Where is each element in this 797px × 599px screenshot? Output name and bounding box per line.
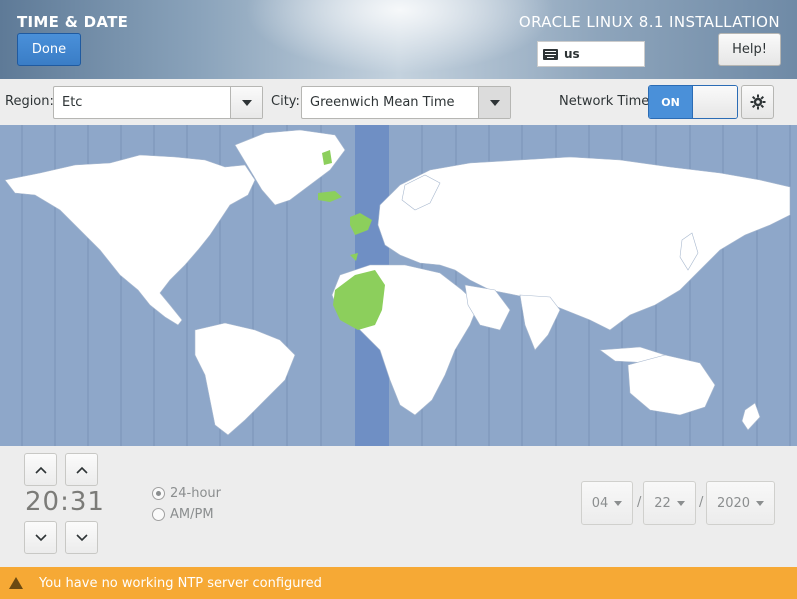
format-ampm-radio[interactable] — [152, 508, 165, 521]
chevron-down-icon — [489, 99, 500, 106]
format-ampm-option[interactable]: AM/PM — [152, 507, 214, 522]
network-time-switch[interactable]: ON — [648, 85, 738, 119]
minute-down-button[interactable] — [65, 521, 98, 554]
clock-minutes: 31 — [69, 487, 105, 517]
minute-up-button[interactable] — [65, 453, 98, 486]
gear-icon — [750, 94, 765, 110]
chevron-down-icon — [34, 533, 47, 541]
keyboard-layout-label: us — [564, 47, 580, 61]
world-map[interactable] — [0, 125, 797, 446]
city-dropdown-button[interactable] — [478, 87, 510, 118]
done-button[interactable]: Done — [17, 33, 81, 66]
ntp-settings-button[interactable] — [741, 85, 774, 119]
chevron-down-icon — [75, 533, 88, 541]
year-value: 2020 — [716, 495, 751, 511]
keyboard-layout-indicator[interactable]: us — [537, 41, 645, 67]
chevron-up-icon — [75, 466, 88, 474]
header-background — [0, 0, 797, 79]
date-separator: / — [637, 495, 642, 510]
hour-down-button[interactable] — [24, 521, 57, 554]
format-ampm-label: AM/PM — [170, 507, 214, 522]
chevron-down-icon — [614, 500, 623, 506]
chevron-down-icon — [756, 500, 765, 506]
chevron-up-icon — [34, 466, 47, 474]
switch-knob[interactable] — [692, 86, 737, 118]
header-bar: TIME & DATE Done ORACLE LINUX 8.1 INSTAL… — [0, 0, 797, 79]
warning-bar[interactable]: You have no working NTP server configure… — [0, 567, 797, 599]
city-combo[interactable]: Greenwich Mean Time — [301, 86, 511, 119]
keyboard-icon — [543, 48, 558, 60]
product-title: ORACLE LINUX 8.1 INSTALLATION — [518, 13, 780, 31]
region-value: Etc — [62, 95, 83, 110]
month-combo[interactable]: 04 — [581, 481, 633, 525]
format-24-hour-label: 24-hour — [170, 486, 222, 501]
page-title: TIME & DATE — [17, 13, 129, 31]
region-dropdown-button[interactable] — [230, 87, 262, 118]
date-separator: / — [699, 495, 704, 510]
format-24-hour-option[interactable]: 24-hour — [152, 486, 221, 501]
clock-separator: : — [60, 487, 70, 517]
region-combo[interactable]: Etc — [53, 86, 263, 119]
help-button[interactable]: Help! — [718, 33, 781, 66]
network-time-label: Network Time — [559, 94, 650, 109]
clock-hours: 20 — [25, 487, 61, 517]
warning-text: You have no working NTP server configure… — [39, 575, 322, 591]
day-combo[interactable]: 22 — [643, 481, 696, 525]
timezone-map[interactable] — [0, 125, 797, 446]
month-value: 04 — [591, 495, 609, 511]
clock-display: 20:31 — [25, 487, 105, 517]
year-combo[interactable]: 2020 — [706, 481, 775, 525]
day-value: 22 — [654, 495, 671, 511]
warning-icon — [9, 577, 23, 589]
chevron-down-icon — [676, 500, 685, 506]
chevron-down-icon — [241, 99, 252, 106]
hour-up-button[interactable] — [24, 453, 57, 486]
city-label: City: — [271, 94, 300, 109]
network-time-state: ON — [649, 86, 692, 118]
region-label: Region: — [5, 94, 54, 109]
format-24-hour-radio[interactable] — [152, 487, 165, 500]
city-value: Greenwich Mean Time — [310, 95, 455, 110]
